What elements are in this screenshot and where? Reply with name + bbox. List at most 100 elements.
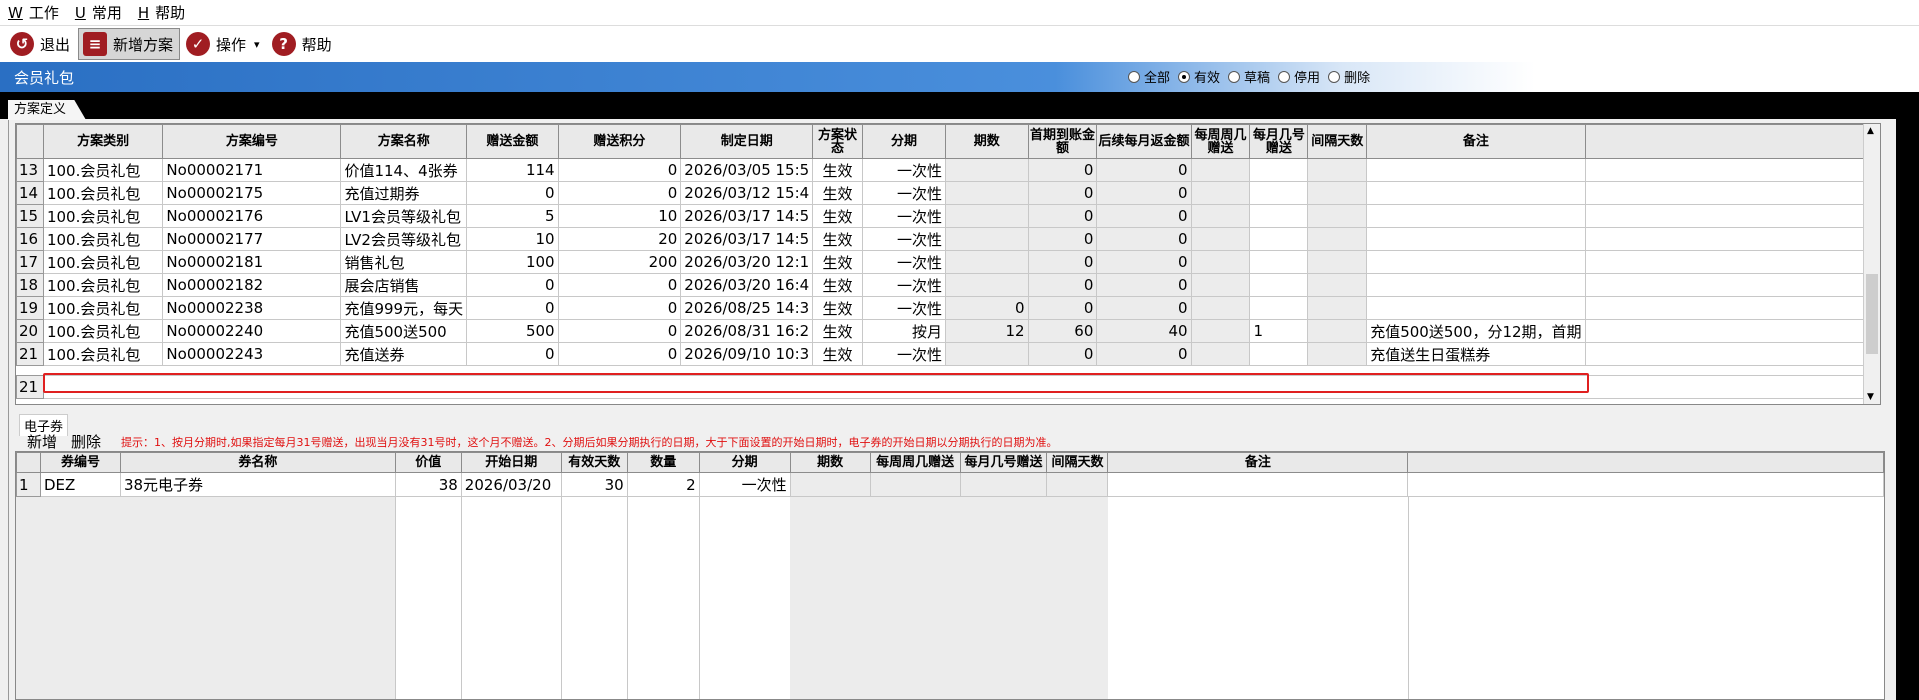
radio-disabled[interactable]	[1278, 70, 1291, 83]
cell-status[interactable]: 生效	[812, 319, 863, 343]
coupon-header-code[interactable]: 券编号	[39, 452, 121, 473]
table-row[interactable]: 19 100.会员礼包 No00002238 充值999元，每天 0 0 2026/08/2…	[16, 296, 1881, 320]
cell-points[interactable]: 0	[557, 342, 682, 366]
delete-coupon-button[interactable]: 删除	[71, 431, 101, 452]
cell-monthly[interactable]: 0	[1096, 158, 1192, 182]
cell-monthly[interactable]: 0	[1096, 296, 1192, 320]
cell-remark[interactable]	[1366, 158, 1586, 182]
scroll-thumb[interactable]	[1866, 274, 1878, 354]
cell-category[interactable]: 100.会员礼包	[42, 273, 164, 297]
cell-code[interactable]: No00002238	[162, 296, 342, 320]
cell-amount[interactable]: 0	[466, 181, 559, 205]
header-first[interactable]: 首期到账金额	[1027, 124, 1098, 159]
cell-points[interactable]: 0	[557, 181, 682, 205]
cell-amount[interactable]: 0	[466, 342, 559, 366]
coupon-header-period[interactable]: 分期	[698, 452, 791, 473]
scroll-down-icon[interactable]: ▼	[1867, 392, 1874, 402]
cell-period[interactable]: 一次性	[861, 227, 947, 251]
cell-monthday[interactable]	[1249, 296, 1309, 320]
cell-first[interactable]: 0	[1027, 227, 1098, 251]
cell-count[interactable]	[945, 227, 1029, 251]
tab-plan-definition[interactable]: 方案定义	[8, 100, 87, 120]
cell-monthday[interactable]: 1	[1249, 319, 1309, 343]
cell-remark[interactable]	[1366, 204, 1586, 228]
cell-period[interactable]: 一次性	[861, 181, 947, 205]
cell-remark[interactable]	[1366, 227, 1586, 251]
cell-monthday[interactable]	[1249, 158, 1309, 182]
cell-monthly[interactable]: 0	[1096, 342, 1192, 366]
cell-interval[interactable]	[1307, 227, 1368, 251]
cell-interval[interactable]	[1307, 342, 1368, 366]
cell-remark[interactable]: 充值送生日蛋糕券	[1366, 342, 1586, 366]
cell-status[interactable]: 生效	[812, 204, 863, 228]
cell-weekday[interactable]	[1190, 319, 1251, 343]
cell-code[interactable]: No00002171	[162, 158, 342, 182]
cell-code[interactable]: No00002175	[162, 181, 342, 205]
cell-period[interactable]: 一次性	[861, 158, 947, 182]
cell-count[interactable]: 12	[945, 319, 1029, 343]
coupon-cell-qty[interactable]: 2	[626, 472, 700, 497]
cell-name[interactable]: 价值114、4张券	[340, 158, 468, 182]
row-number[interactable]: 14	[16, 181, 44, 205]
coupon-header-interval[interactable]: 间隔天数	[1046, 452, 1109, 473]
coupon-cell-code[interactable]: DEZ	[39, 472, 121, 497]
menu-common[interactable]: U 常用	[75, 2, 122, 23]
table-row[interactable]: 14 100.会员礼包 No00002175 充值过期券 0 0 2026/03/12 15…	[16, 181, 1881, 205]
row-number[interactable]: 19	[16, 296, 44, 320]
coupon-header-name[interactable]: 券名称	[119, 452, 396, 473]
cell-status[interactable]: 生效	[812, 273, 863, 297]
header-count[interactable]: 期数	[945, 124, 1029, 159]
cell-remark[interactable]	[1366, 250, 1586, 274]
cell-date[interactable]: 2026/03/20 16:4	[680, 273, 814, 297]
cell-monthday[interactable]	[1249, 342, 1309, 366]
coupon-cell-count[interactable]	[789, 472, 871, 497]
cell-points[interactable]: 200	[557, 250, 682, 274]
cell-weekday[interactable]	[1190, 227, 1251, 251]
table-row[interactable]: 20 100.会员礼包 No00002240 充值500送500 500 0 2026/08…	[16, 319, 1881, 343]
cell-remark[interactable]	[1366, 273, 1586, 297]
coupon-cell-period[interactable]: 一次性	[698, 472, 791, 497]
cell-count[interactable]	[945, 158, 1029, 182]
cell-status[interactable]: 生效	[812, 250, 863, 274]
cell-interval[interactable]	[1307, 273, 1368, 297]
cell-first[interactable]: 60	[1027, 319, 1098, 343]
cell-date[interactable]: 2026/03/17 14:5	[680, 227, 814, 251]
cell-code[interactable]: No00002182	[162, 273, 342, 297]
cell-period[interactable]: 一次性	[861, 273, 947, 297]
coupon-cell-weekday[interactable]	[869, 472, 961, 497]
cell-date[interactable]: 2026/03/20 12:1	[680, 250, 814, 274]
header-points[interactable]: 赠送积分	[557, 124, 682, 159]
coupon-cell-start[interactable]: 2026/03/20	[460, 472, 562, 497]
cell-points[interactable]: 10	[557, 204, 682, 228]
cell-first[interactable]: 0	[1027, 296, 1098, 320]
coupon-header-remark[interactable]: 备注	[1107, 452, 1409, 473]
header-period[interactable]: 分期	[861, 124, 947, 159]
row-number[interactable]: 21	[16, 342, 44, 366]
cell-status[interactable]: 生效	[812, 342, 863, 366]
radio-draft[interactable]	[1228, 70, 1241, 83]
cell-first[interactable]: 0	[1027, 250, 1098, 274]
radio-all[interactable]	[1128, 70, 1140, 83]
cell-name[interactable]: 充值过期券	[340, 181, 468, 205]
cell-period[interactable]: 一次性	[861, 204, 947, 228]
cell-first[interactable]: 0	[1027, 273, 1098, 297]
header-monthly[interactable]: 后续每月返金额	[1096, 124, 1192, 159]
cell-category[interactable]: 100.会员礼包	[42, 342, 164, 366]
table-row[interactable]: 15 100.会员礼包 No00002176 LV1会员等级礼包 5 10 2026/03/…	[16, 204, 1881, 228]
cell-date[interactable]: 2026/09/10 10:3	[680, 342, 814, 366]
cell-monthly[interactable]: 0	[1096, 273, 1192, 297]
cell-monthly[interactable]: 0	[1096, 181, 1192, 205]
cell-period[interactable]: 一次性	[861, 250, 947, 274]
coupon-cell-monthday[interactable]	[959, 472, 1048, 497]
coupon-cell-name[interactable]: 38元电子券	[119, 472, 396, 497]
cell-date[interactable]: 2026/08/31 16:2	[680, 319, 814, 343]
row-number[interactable]: 13	[16, 158, 44, 182]
cell-monthly[interactable]: 0	[1096, 204, 1192, 228]
cell-amount[interactable]: 0	[466, 273, 559, 297]
cell-interval[interactable]	[1307, 181, 1368, 205]
header-amount[interactable]: 赠送金额	[466, 124, 559, 159]
cell-remark[interactable]: 充值500送500，分12期，首期	[1366, 319, 1586, 343]
coupon-cell-remark[interactable]	[1107, 472, 1409, 497]
cell-status[interactable]: 生效	[812, 227, 863, 251]
cell-weekday[interactable]	[1190, 342, 1251, 366]
